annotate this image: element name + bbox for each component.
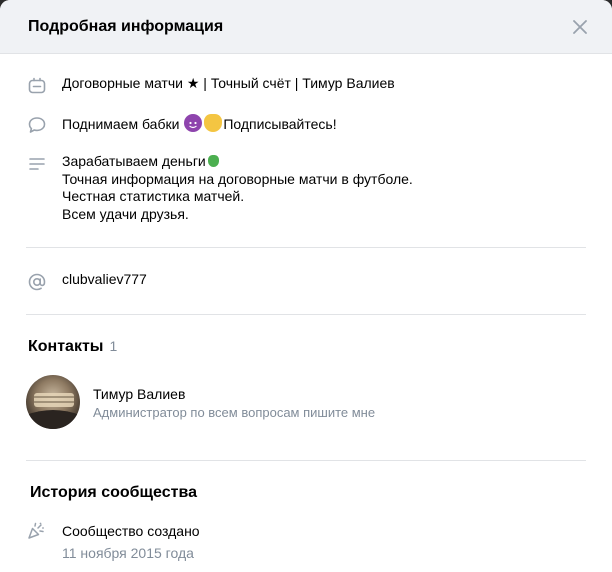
info-row-status: Договорные матчи ★ | Точный счёт | Тимур… (26, 75, 395, 97)
screen-name-text: clubvaliev777 (62, 271, 147, 287)
text-lines-icon (26, 153, 48, 175)
modal-header: Подробная информация (0, 0, 612, 54)
description-line4: Всем удачи друзья. (62, 205, 189, 222)
slogan-part2: Подписывайтесь! (223, 116, 337, 132)
community-info-modal: Подробная информация Договорные матчи ★ … (0, 0, 612, 572)
description-text: Зарабатываем деньги Точная информация на… (62, 153, 413, 223)
speech-bubble-icon (26, 114, 48, 136)
contacts-count: 1 (109, 338, 118, 354)
contact-name[interactable]: Тимур Валиев (93, 386, 185, 402)
contacts-title: Контакты (28, 338, 104, 355)
contact-role: Администратор по всем вопросам пишите мн… (93, 405, 376, 420)
at-sign-icon (26, 271, 48, 293)
description-line2: Точная информация на договорные матчи в … (62, 170, 413, 187)
divider (26, 460, 586, 461)
devil-emoji-icon (184, 114, 203, 132)
close-icon (573, 19, 587, 34)
history-event-label: Сообщество создано (62, 523, 200, 539)
info-row-screen-name[interactable]: clubvaliev777 (26, 271, 147, 293)
close-button[interactable] (568, 15, 592, 39)
slogan-part1: Поднимаем бабки (62, 116, 180, 132)
info-row-slogan: Поднимаем бабки Подписывайтесь! (26, 114, 337, 136)
status-text: Договорные матчи ★ | Точный счёт | Тимур… (62, 75, 395, 91)
status-icon (26, 75, 48, 97)
divider (26, 314, 586, 315)
history-section-title: История сообщества (30, 484, 197, 501)
history-event-date: 11 ноября 2015 года (62, 545, 194, 561)
party-popper-icon (26, 521, 48, 543)
money-bag-small-icon (207, 155, 219, 167)
avatar[interactable] (26, 375, 80, 429)
money-bag-emoji-icon (204, 114, 223, 132)
modal-title: Подробная информация (28, 17, 224, 35)
description-line3: Честная статистика матчей. (62, 188, 245, 204)
description-line1: Зарабатываем деньги (62, 153, 206, 169)
info-row-description: Зарабатываем деньги Точная информация на… (26, 153, 413, 223)
slogan-text: Поднимаем бабки Подписывайтесь! (62, 114, 337, 134)
divider (26, 247, 586, 248)
contacts-section-title: Контакты 1 (28, 338, 117, 356)
